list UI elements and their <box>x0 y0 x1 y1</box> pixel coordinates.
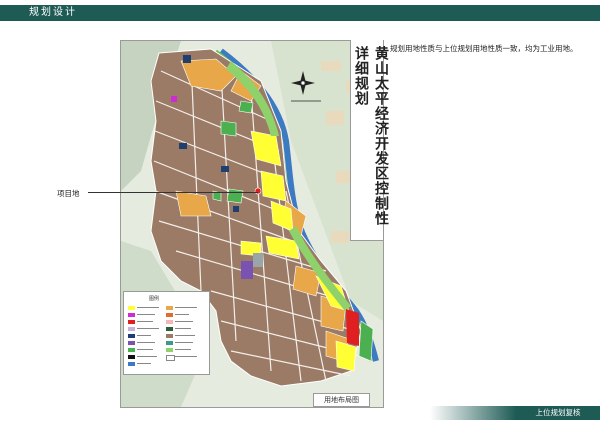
legend-swatch-pink <box>166 320 173 324</box>
legend-swatch-darkgreen <box>166 327 173 331</box>
legend-swatch-teal <box>166 341 173 345</box>
project-site-label: 项目地 <box>57 189 80 198</box>
plan-title: 黄山太平经济开发区控制性详细规划 <box>353 46 389 226</box>
legend-swatch-magenta <box>128 313 135 317</box>
legend-swatch-orange <box>166 313 173 317</box>
header-band <box>0 5 600 21</box>
description-text: 规划用地性质与上位规划用地性质一致，均为工业用地。 <box>390 44 578 53</box>
legend-swatch-purple <box>128 341 135 345</box>
map-vertical-title: 黄山太平经济开发区控制性详细规划 <box>350 40 389 241</box>
project-site-leader-line <box>88 192 258 193</box>
header-title: 规划设计 <box>29 7 77 18</box>
legend-swatch-boundary <box>166 355 175 361</box>
legend-swatch-industrial <box>166 334 173 338</box>
legend-swatch-red <box>128 320 135 324</box>
legend-swatch-lilac <box>128 327 135 331</box>
land-use-map: 图例 <box>120 40 384 408</box>
legend-swatch-green <box>128 348 135 352</box>
top-header: 规划设计 <box>0 0 600 24</box>
map-legend: 图例 <box>123 291 210 375</box>
legend-swatch-black <box>128 355 135 359</box>
legend-swatch-residential <box>166 306 173 310</box>
legend-swatch-commercial <box>128 306 135 310</box>
legend-swatch-lightgreen <box>166 348 173 352</box>
legend-swatch-navy <box>128 334 135 338</box>
footer-fade <box>430 406 516 420</box>
footer-label: 上位规划复核 <box>516 406 600 420</box>
legend-swatch-water <box>128 362 135 366</box>
legend-title: 图例 <box>149 296 160 302</box>
map-caption: 用地布局图 <box>313 393 370 407</box>
